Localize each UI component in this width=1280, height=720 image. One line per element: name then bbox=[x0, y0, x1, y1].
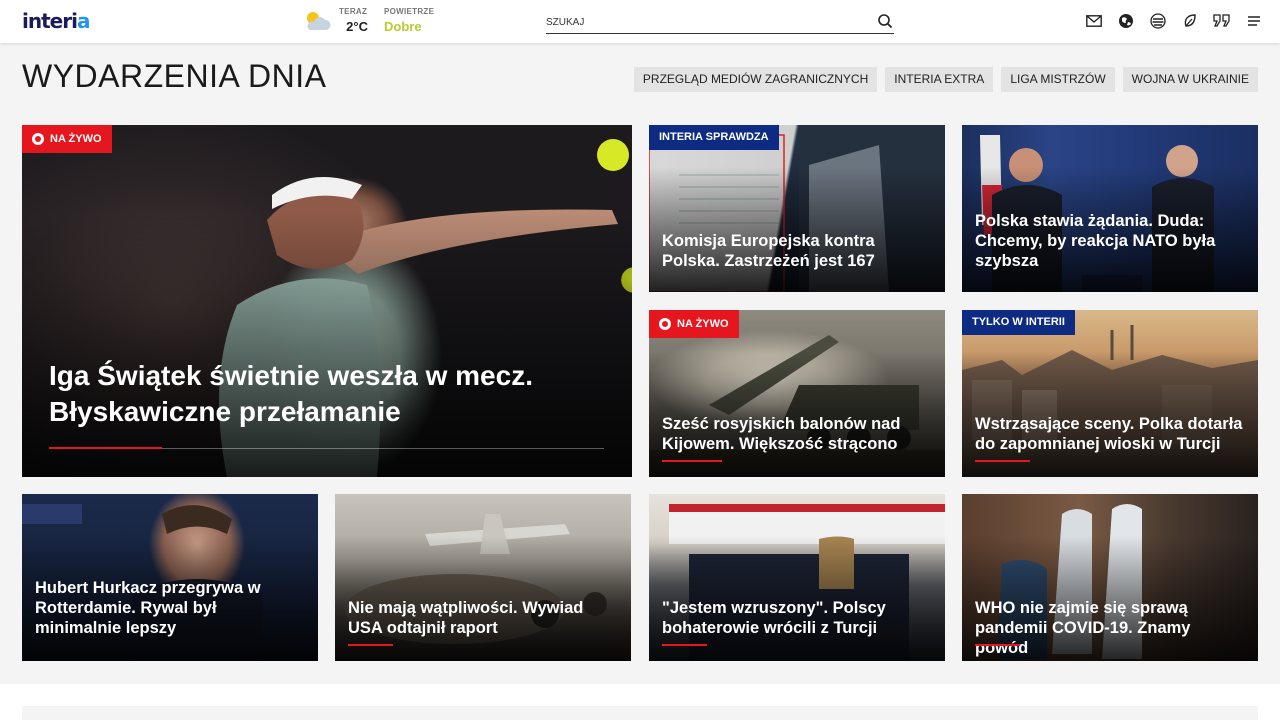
story-title: Hubert Hurkacz przegrywa w Rotterdamie. … bbox=[35, 579, 261, 637]
tag-foreign-media[interactable]: PRZEGLĄD MEDIÓW ZAGRANICZNYCH bbox=[633, 67, 878, 92]
story-card-turkey-village[interactable]: TYLKO W INTERII Wstrząsające sceny. Polk… bbox=[962, 310, 1258, 477]
section-title: WYDARZENIA DNIA bbox=[22, 58, 327, 94]
layers-icon[interactable] bbox=[1148, 12, 1168, 30]
partly-cloudy-icon bbox=[307, 12, 331, 30]
top-header: interia TERAZ 2°C POWIETRZE Dobre bbox=[0, 0, 1280, 43]
search-input[interactable] bbox=[546, 14, 866, 30]
story-title: WHO nie zajmie się sprawą pandemii COVID… bbox=[975, 599, 1191, 657]
story-card-kyiv-balloons[interactable]: NA ŻYWO Sześć rosyjskich balonów nad Kij… bbox=[649, 310, 945, 477]
only-interia-badge: TYLKO W INTERII bbox=[962, 310, 1075, 335]
globe-icon[interactable] bbox=[1116, 12, 1136, 30]
story-title: "Jestem wzruszony". Polscy bohaterowie w… bbox=[662, 599, 886, 637]
story-card-ec-poland[interactable]: INTERIA SPRAWDZA Komisja Europejska kont… bbox=[649, 125, 945, 292]
quote-icon[interactable] bbox=[1212, 12, 1232, 30]
progress-indicator bbox=[49, 447, 162, 449]
live-badge: NA ŻYWO bbox=[22, 125, 112, 153]
story-title: Nie mają wątpliwości. Wywiad USA odtajni… bbox=[348, 599, 584, 637]
story-card-rescuers-return[interactable]: "Jestem wzruszony". Polscy bohaterowie w… bbox=[649, 494, 945, 661]
section-tags: PRZEGLĄD MEDIÓW ZAGRANICZNYCH INTERIA EX… bbox=[633, 67, 1258, 92]
story-title: Komisja Europejska kontra Polska. Zastrz… bbox=[662, 232, 875, 270]
main-story-card[interactable]: NA ŻYWO Iga Świątek świetnie weszła w me… bbox=[22, 125, 632, 477]
story-title: Sześć rosyjskich balonów nad Kijowem. Wi… bbox=[662, 415, 901, 453]
story-title: Polska stawia żądania. Duda: Chcemy, by … bbox=[975, 212, 1216, 270]
tag-interia-extra[interactable]: INTERIA EXTRA bbox=[885, 67, 994, 92]
story-card-who-covid[interactable]: WHO nie zajmie się sprawą pandemii COVID… bbox=[962, 494, 1258, 661]
air-quality-value: Dobre bbox=[384, 19, 422, 34]
story-card-nato-duda[interactable]: Polska stawia żądania. Duda: Chcemy, by … bbox=[962, 125, 1258, 292]
main-story-title: Iga Świątek świetnie weszła w mecz. Błys… bbox=[49, 360, 533, 427]
live-badge: NA ŻYWO bbox=[649, 310, 739, 338]
interia-logo[interactable]: interia bbox=[22, 9, 90, 33]
story-title: Wstrząsające sceny. Polka dotarła do zap… bbox=[975, 415, 1243, 453]
header-icons bbox=[1084, 12, 1264, 30]
interia-checks-badge: INTERIA SPRAWDZA bbox=[649, 125, 779, 150]
search-bar bbox=[546, 10, 894, 34]
story-card-us-intel[interactable]: Nie mają wątpliwości. Wywiad USA odtajni… bbox=[335, 494, 631, 661]
weather-now: TERAZ 2°C bbox=[339, 7, 379, 34]
live-dot-icon bbox=[32, 133, 44, 145]
next-section-strip bbox=[0, 684, 1280, 720]
search-icon[interactable] bbox=[877, 13, 893, 29]
mail-icon[interactable] bbox=[1084, 12, 1104, 30]
weather-temperature: 2°C bbox=[346, 19, 368, 34]
menu-icon[interactable] bbox=[1244, 12, 1264, 30]
air-quality-label: POWIETRZE bbox=[384, 7, 435, 16]
weather-now-label: TERAZ bbox=[339, 7, 368, 16]
story-card-hurkacz[interactable]: Hubert Hurkacz przegrywa w Rotterdamie. … bbox=[22, 494, 318, 661]
tag-war-in-ukraine[interactable]: WOJNA W UKRAINIE bbox=[1122, 67, 1258, 92]
tag-champions-league[interactable]: LIGA MISTRZÓW bbox=[1001, 67, 1115, 92]
air-quality: POWIETRZE Dobre bbox=[384, 7, 454, 34]
leaf-icon[interactable] bbox=[1180, 12, 1200, 30]
live-dot-icon bbox=[659, 318, 671, 330]
